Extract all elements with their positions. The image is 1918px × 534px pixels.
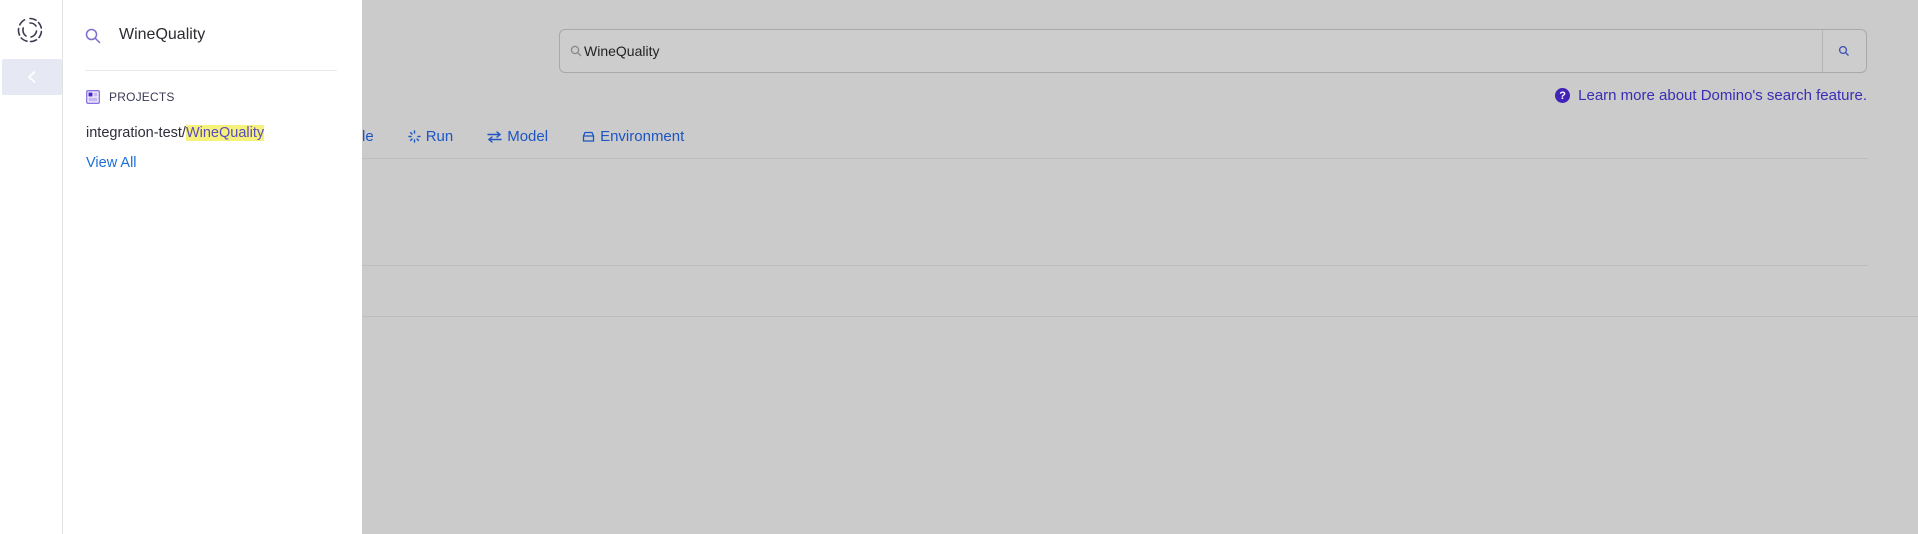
footer-divider: [362, 316, 1918, 317]
global-search-bar[interactable]: WineQuality: [559, 29, 1867, 73]
chevron-left-icon: [27, 70, 36, 84]
search-icon: [1838, 45, 1849, 56]
spinner-icon: [407, 130, 421, 143]
help-icon: ?: [1555, 88, 1571, 103]
global-search-button[interactable]: [1822, 30, 1866, 72]
learn-more-text: Learn more about Domino's search feature…: [1578, 87, 1867, 104]
tab-file[interactable]: le: [362, 128, 374, 145]
projects-icon: [86, 90, 100, 104]
tab-environment[interactable]: Environment: [582, 128, 684, 145]
global-search-value: WineQuality: [584, 43, 660, 59]
tab-environment-label: Environment: [600, 128, 685, 145]
panel-search-input[interactable]: [119, 26, 329, 44]
tab-run[interactable]: Run: [407, 128, 454, 145]
view-all-link[interactable]: View All: [86, 155, 137, 171]
search-icon: [85, 28, 101, 44]
search-icon: [570, 45, 582, 57]
projects-section-header: PROJECTS: [86, 90, 175, 104]
search-flyout-panel: PROJECTS integration-test/WineQuality Vi…: [63, 0, 362, 534]
arrows-swap-icon: [487, 130, 502, 143]
projects-section-title: PROJECTS: [109, 90, 175, 104]
tab-model-label: Model: [507, 128, 549, 145]
project-result-item[interactable]: integration-test/WineQuality: [86, 125, 265, 141]
result-match-highlight: WineQuality: [185, 125, 265, 141]
learn-more-link[interactable]: ? Learn more about Domino's search featu…: [1555, 87, 1867, 104]
result-filter-tabs: le Run Model Environment: [362, 128, 684, 145]
panel-search-box[interactable]: [85, 22, 337, 71]
global-search-input[interactable]: WineQuality: [560, 30, 1823, 72]
tab-file-label: le: [362, 128, 374, 145]
tab-model[interactable]: Model: [487, 128, 548, 145]
tabs-divider: [362, 158, 1868, 159]
nav-rail: [0, 0, 63, 534]
result-divider: [362, 265, 1868, 266]
result-prefix: integration-test/: [86, 125, 186, 141]
domino-logo-icon[interactable]: [16, 16, 44, 44]
collapse-panel-button[interactable]: [2, 59, 62, 95]
tab-run-label: Run: [425, 128, 454, 145]
environment-icon: [582, 131, 595, 142]
